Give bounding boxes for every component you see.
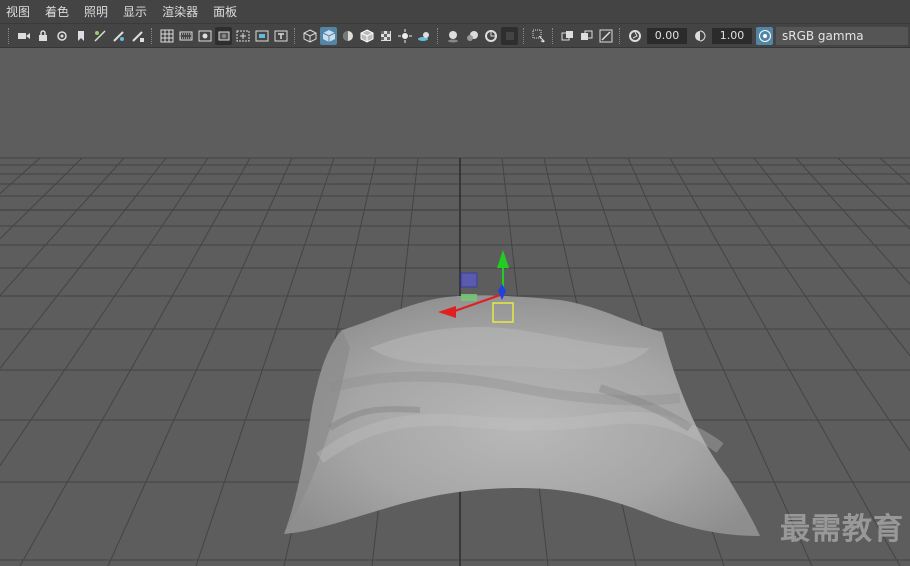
panel-menubar: 视图 着色 照明 显示 渲染器 面板: [0, 0, 910, 24]
wireframe-icon[interactable]: [301, 27, 318, 45]
use-all-lights-icon[interactable]: [396, 27, 413, 45]
image-plane-icon[interactable]: [91, 27, 108, 45]
menu-show[interactable]: 显示: [123, 0, 147, 24]
gamma-field[interactable]: 1.00: [712, 27, 752, 44]
isolate-select-icon[interactable]: [530, 27, 547, 45]
camera-attributes-icon[interactable]: [53, 27, 70, 45]
resolution-gate-icon[interactable]: [196, 27, 213, 45]
2d-pan-zoom-icon[interactable]: [129, 27, 146, 45]
toolbar-separator: [294, 27, 296, 44]
color-management-icon[interactable]: [756, 26, 773, 45]
xray-joints-icon[interactable]: [597, 27, 614, 45]
film-gate-icon[interactable]: [177, 27, 194, 45]
default-material-icon[interactable]: [339, 27, 356, 45]
exposure-icon[interactable]: [626, 27, 643, 45]
safe-title-icon[interactable]: [272, 27, 289, 45]
motion-blur-icon[interactable]: [463, 27, 480, 45]
menu-view[interactable]: 视图: [6, 0, 30, 24]
toolbar-separator: [8, 27, 10, 44]
shadows-icon[interactable]: [415, 27, 432, 45]
anti-aliasing-icon[interactable]: [482, 27, 499, 45]
menu-panels[interactable]: 面板: [213, 0, 237, 24]
watermark: 最需教育: [780, 512, 904, 547]
safe-action-icon[interactable]: [253, 27, 270, 45]
xz-plane-handle[interactable]: [461, 294, 477, 301]
grid-icon[interactable]: [158, 27, 175, 45]
gate-mask-icon[interactable]: [215, 26, 232, 45]
ambient-occlusion-icon[interactable]: [444, 27, 461, 45]
field-chart-icon[interactable]: [234, 27, 251, 45]
panel-toolbar: 0.00 1.00 sRGB gamma: [0, 24, 910, 48]
menu-renderer[interactable]: 渲染器: [162, 0, 198, 24]
smooth-shade-all-icon[interactable]: [320, 26, 337, 45]
toolbar-separator: [151, 27, 153, 44]
bookmark-icon[interactable]: [72, 27, 89, 45]
select-camera-icon[interactable]: [15, 27, 32, 45]
gamma-icon[interactable]: [691, 27, 708, 45]
toolbar-separator: [552, 27, 554, 44]
y-axis-arrow-icon[interactable]: [497, 250, 509, 268]
xray-icon[interactable]: [559, 27, 576, 45]
grease-pencil-icon[interactable]: [110, 27, 127, 45]
viewport-scene: [0, 157, 910, 566]
wireframe-on-shaded-icon[interactable]: [358, 27, 375, 45]
3d-viewport[interactable]: [0, 48, 910, 566]
menu-shading[interactable]: 着色: [45, 0, 69, 24]
xy-plane-handle[interactable]: [460, 272, 478, 288]
toolbar-separator: [619, 27, 621, 44]
cloth-mesh[interactable]: [284, 295, 760, 536]
depth-of-field-icon[interactable]: [501, 26, 518, 45]
exposure-field[interactable]: 0.00: [647, 27, 687, 44]
view-transform-field[interactable]: sRGB gamma: [776, 26, 908, 45]
toolbar-separator: [523, 27, 525, 44]
toolbar-separator: [437, 27, 439, 44]
textured-icon[interactable]: [377, 27, 394, 45]
xray-active-components-icon[interactable]: [578, 27, 595, 45]
lock-camera-icon[interactable]: [34, 27, 51, 45]
menu-lighting[interactable]: 照明: [84, 0, 108, 24]
